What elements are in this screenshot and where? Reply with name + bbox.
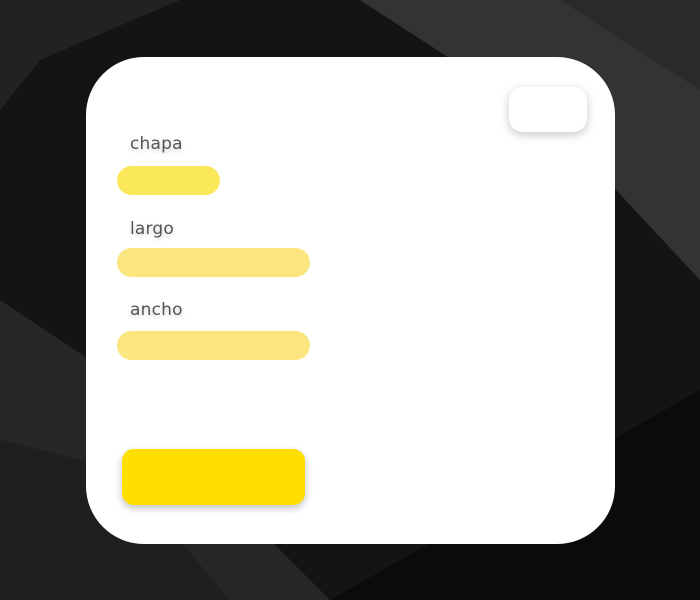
chapa-input[interactable] xyxy=(117,166,220,195)
chapa-label: chapa xyxy=(130,134,183,154)
form-card: chapa largo ancho xyxy=(86,57,615,544)
ancho-label: ancho xyxy=(130,300,183,320)
submit-button[interactable] xyxy=(122,449,305,505)
corner-button[interactable] xyxy=(509,87,587,132)
largo-label: largo xyxy=(130,219,175,239)
ancho-input[interactable] xyxy=(117,331,310,360)
largo-input[interactable] xyxy=(117,248,310,277)
